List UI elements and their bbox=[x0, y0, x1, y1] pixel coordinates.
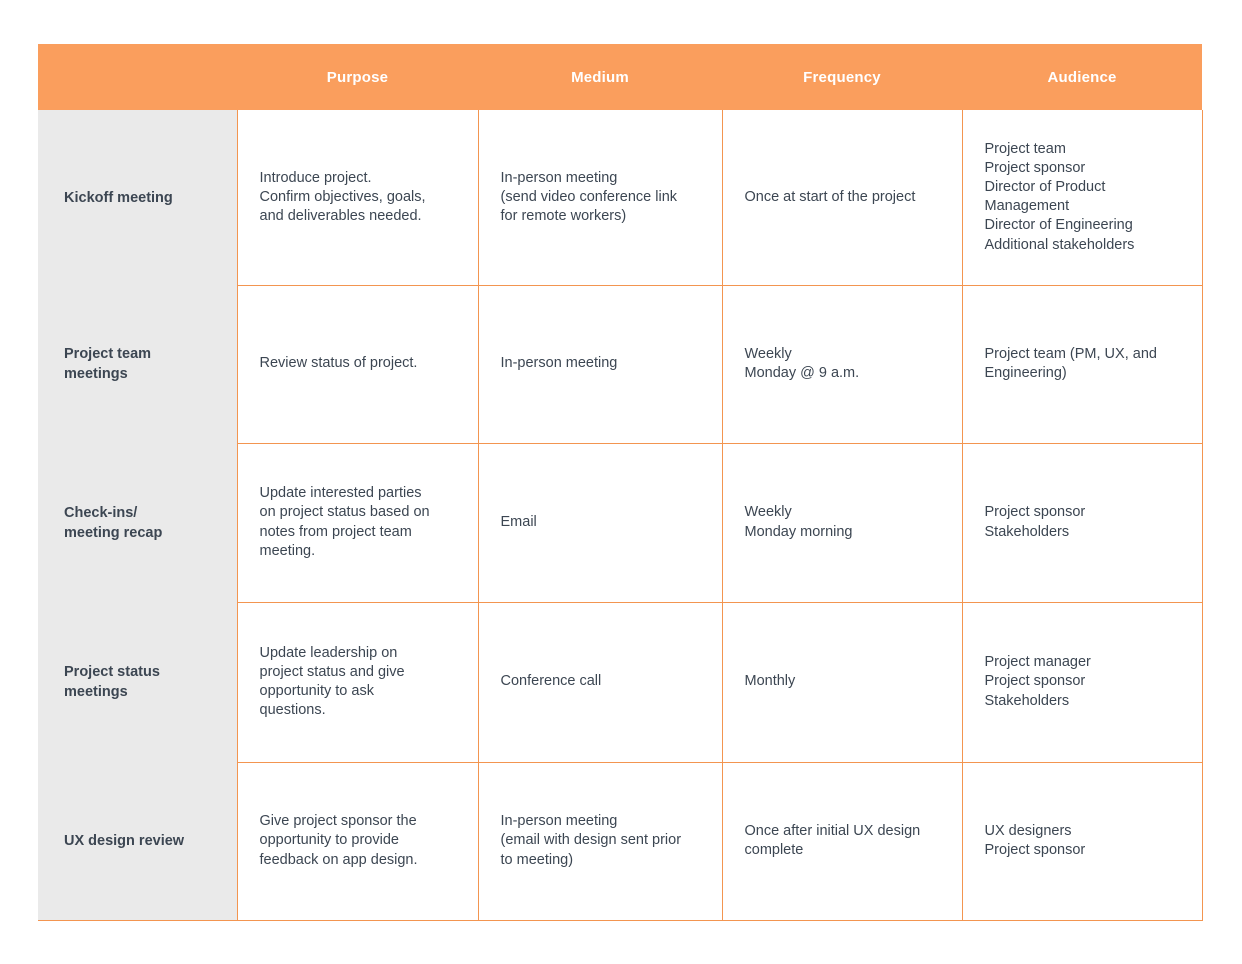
header-row: Purpose Medium Frequency Audience bbox=[38, 44, 1202, 110]
cell-medium: In-person meeting (email with design sen… bbox=[477, 762, 722, 921]
cell-audience-text: Project manager Project sponsor Stakehol… bbox=[984, 654, 1091, 709]
header-cell-corner bbox=[38, 44, 237, 110]
cell-frequency-text: Weekly Monday morning bbox=[744, 504, 853, 540]
cell-audience-text: UX designers Project sponsor bbox=[984, 822, 1086, 858]
cell-frequency: Once at start of the project bbox=[721, 110, 962, 286]
cell-frequency-text: Weekly Monday @ 9 a.m. bbox=[744, 345, 860, 381]
cell-medium: Email bbox=[477, 443, 722, 603]
cell-purpose-text: Give project sponsor the opportunity to … bbox=[259, 813, 418, 868]
row-label-text: Kickoff meeting bbox=[64, 189, 173, 206]
table-row: Check-ins/ meeting recap Update interest… bbox=[38, 443, 1203, 603]
cell-frequency: Weekly Monday morning bbox=[721, 443, 962, 603]
cell-audience-text: Project sponsor Stakeholders bbox=[984, 504, 1086, 540]
row-label-text: Project team meetings bbox=[64, 346, 152, 382]
table-row: UX design review Give project sponsor th… bbox=[38, 762, 1203, 921]
cell-audience: Project team (PM, UX, and Engineering) bbox=[961, 285, 1203, 444]
header-cell-frequency: Frequency bbox=[722, 44, 962, 110]
row-label-cell: Check-ins/ meeting recap bbox=[38, 443, 238, 602]
table-header: Purpose Medium Frequency Audience bbox=[38, 44, 1202, 110]
cell-frequency-text: Once at start of the project bbox=[744, 188, 916, 205]
cell-audience: UX designers Project sponsor bbox=[961, 762, 1203, 921]
row-label-cell: Kickoff meeting bbox=[38, 110, 238, 285]
row-label-text: UX design review bbox=[64, 832, 185, 849]
cell-purpose: Update leadership on project status and … bbox=[236, 602, 478, 763]
cell-audience: Project manager Project sponsor Stakehol… bbox=[961, 602, 1203, 763]
table-body: Kickoff meeting Introduce project. Confi… bbox=[38, 110, 1203, 921]
cell-purpose-text: Update interested parties on project sta… bbox=[259, 485, 430, 559]
cell-audience-text: Project team Project sponsor Director of… bbox=[984, 140, 1135, 253]
header-cell-purpose: Purpose bbox=[237, 44, 478, 110]
cell-medium: In-person meeting (send video conference… bbox=[477, 110, 722, 286]
row-label-cell: Project team meetings bbox=[38, 285, 238, 443]
cell-medium: In-person meeting bbox=[477, 285, 722, 444]
cell-medium-text: Email bbox=[500, 513, 537, 530]
cell-frequency-text: Monthly bbox=[744, 673, 796, 690]
cell-purpose-text: Update leadership on project status and … bbox=[259, 644, 405, 719]
cell-frequency: Once after initial UX design complete bbox=[721, 762, 962, 921]
table-row: Project team meetings Review status of p… bbox=[38, 285, 1203, 444]
table-row: Kickoff meeting Introduce project. Confi… bbox=[38, 110, 1203, 286]
row-label-cell: UX design review bbox=[38, 762, 238, 921]
cell-medium-text: In-person meeting (send video conference… bbox=[500, 169, 678, 224]
cell-audience-text: Project team (PM, UX, and Engineering) bbox=[984, 345, 1157, 381]
communication-plan-table: Purpose Medium Frequency Audience Kickof… bbox=[38, 44, 1203, 921]
page-canvas: Purpose Medium Frequency Audience Kickof… bbox=[0, 0, 1242, 964]
cell-purpose: Review status of project. bbox=[236, 285, 478, 444]
cell-medium: Conference call bbox=[477, 602, 722, 763]
cell-medium-text: In-person meeting (email with design sen… bbox=[500, 813, 682, 868]
row-label-text: Project status meetings bbox=[64, 664, 160, 700]
cell-purpose: Update interested parties on project sta… bbox=[236, 443, 478, 603]
cell-purpose-text: Introduce project. Confirm objectives, g… bbox=[259, 169, 426, 224]
cell-audience: Project team Project sponsor Director of… bbox=[961, 110, 1203, 286]
cell-audience: Project sponsor Stakeholders bbox=[961, 443, 1203, 603]
cell-purpose-text: Review status of project. bbox=[259, 355, 418, 372]
row-label-cell: Project status meetings bbox=[38, 602, 238, 762]
cell-purpose: Introduce project. Confirm objectives, g… bbox=[236, 110, 478, 286]
row-label-text: Check-ins/ meeting recap bbox=[64, 504, 163, 541]
cell-frequency: Weekly Monday @ 9 a.m. bbox=[721, 285, 962, 444]
header-cell-audience: Audience bbox=[962, 44, 1202, 110]
header-cell-medium: Medium bbox=[478, 44, 722, 110]
cell-frequency-text: Once after initial UX design complete bbox=[744, 822, 921, 858]
cell-medium-text: In-person meeting bbox=[500, 355, 618, 372]
cell-purpose: Give project sponsor the opportunity to … bbox=[236, 762, 478, 921]
cell-medium-text: Conference call bbox=[500, 673, 602, 690]
cell-frequency: Monthly bbox=[721, 602, 962, 763]
table-row: Project status meetings Update leadershi… bbox=[38, 602, 1203, 763]
